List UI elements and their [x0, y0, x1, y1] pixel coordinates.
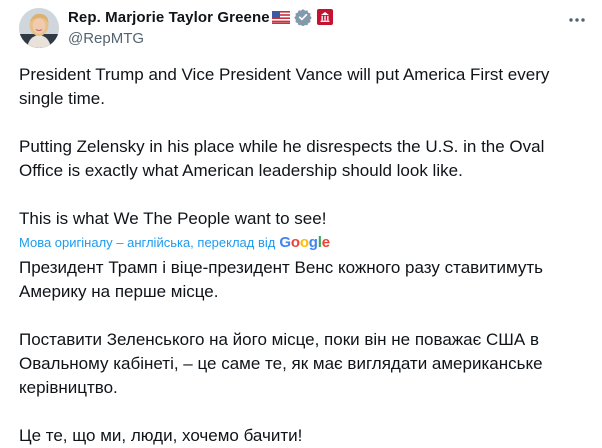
more-options-button[interactable] [566, 9, 588, 31]
post-card: Rep. Marjorie Taylor Greene @RepMTG Pres… [0, 0, 602, 445]
google-logo: Google [279, 231, 330, 255]
google-logo-letter: G [279, 234, 291, 251]
post-body: President Trump and Vice President Vance… [19, 63, 584, 448]
translated-paragraph-2: Поставити Зеленського на його місце, пок… [19, 330, 548, 397]
google-logo-letter: g [308, 234, 318, 251]
google-logo-letter: o [299, 234, 309, 251]
name-row: Rep. Marjorie Taylor Greene [68, 7, 548, 27]
google-logo-letter: o [290, 234, 300, 251]
translation-attribution[interactable]: Мова оригіналу – англійська, переклад ві… [19, 232, 584, 254]
translated-text: Президент Трамп і віце-президент Венс ко… [19, 256, 584, 448]
original-paragraph-3: This is what We The People want to see! [19, 209, 327, 228]
us-flag-icon [271, 10, 290, 24]
author-name[interactable]: Rep. Marjorie Taylor Greene [68, 9, 270, 26]
verified-badge-icon[interactable] [293, 8, 312, 27]
post-header: Rep. Marjorie Taylor Greene @RepMTG [68, 7, 548, 48]
original-paragraph-1: President Trump and Vice President Vance… [19, 65, 555, 108]
original-paragraph-2: Putting Zelensky in his place while he d… [19, 137, 550, 180]
avatar[interactable] [19, 8, 59, 48]
translation-note[interactable]: Мова оригіналу – англійська, переклад ві… [19, 231, 275, 255]
government-affiliation-icon[interactable] [316, 8, 334, 26]
more-horizontal-icon [569, 18, 585, 22]
translated-paragraph-1: Президент Трамп і віце-президент Венс ко… [19, 258, 548, 301]
google-logo-letter: e [321, 234, 330, 251]
author-handle[interactable]: @RepMTG [68, 30, 548, 48]
